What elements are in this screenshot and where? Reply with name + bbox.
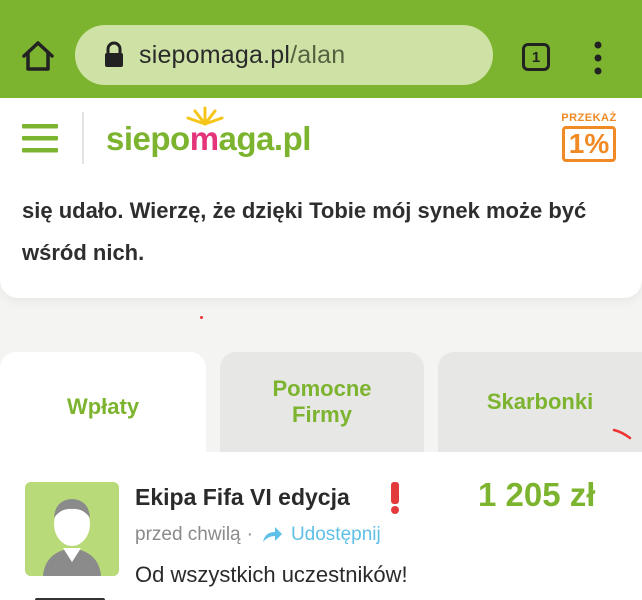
donation-message: Od wszystkich uczestników! xyxy=(135,562,408,587)
przekaz-1-percent-badge[interactable]: PRZEKAŻ 1% xyxy=(560,112,618,166)
decorative-stroke xyxy=(612,428,632,440)
meta-separator: · xyxy=(246,524,253,545)
tabs-icon[interactable]: 1 xyxy=(522,43,550,71)
donation-time: przed chwilą xyxy=(135,524,241,545)
hamburger-icon[interactable] xyxy=(22,122,62,156)
donation-amount: 1 205 zł xyxy=(478,476,596,513)
site-logo[interactable]: siepomaga.pl xyxy=(106,106,312,166)
donation-list: Ekipa Fifa VI edycja 1 205 zł przed chwi… xyxy=(0,452,642,600)
url-domain: siepomaga.pl xyxy=(139,40,291,69)
tab-wplaty[interactable]: Wpłaty xyxy=(0,352,206,462)
przekaz-value: 1% xyxy=(562,126,616,162)
logo-sun-icon xyxy=(186,106,224,126)
header-divider xyxy=(82,112,84,164)
share-link[interactable]: Udostępnij xyxy=(291,524,381,546)
site-header: siepomaga.pl PRZEKAŻ 1% xyxy=(0,98,642,180)
address-bar[interactable]: siepomaga.pl/alan xyxy=(75,25,493,85)
przekaz-label: PRZEKAŻ xyxy=(561,112,617,124)
decorative-dot xyxy=(200,316,203,319)
home-icon[interactable] xyxy=(18,36,58,76)
story-text: się udało. Wierzę, że dzięki Tobie mój s… xyxy=(22,198,587,265)
lock-icon xyxy=(105,41,123,67)
tab-pomocne-firmy[interactable]: Pomocne Firmy xyxy=(220,352,424,452)
logo-text-1: siepo xyxy=(106,120,190,157)
user-avatar-icon xyxy=(25,482,119,576)
exclamation-icon xyxy=(391,482,399,514)
browser-toolbar: siepomaga.pl/alan 1 xyxy=(0,0,642,98)
tab-pomocne-firmy-label: Pomocne Firmy xyxy=(272,376,372,427)
url-text: siepomaga.pl/alan xyxy=(139,41,345,70)
logo-text-2: aga.pl xyxy=(218,120,312,157)
donation-meta: przed chwilą · Udostępnij xyxy=(135,524,381,546)
url-path: /alan xyxy=(290,40,346,69)
share-icon[interactable] xyxy=(261,526,283,544)
story-card: się udało. Wierzę, że dzięki Tobie mój s… xyxy=(0,180,642,298)
more-vert-icon[interactable] xyxy=(590,40,606,76)
donor-name[interactable]: Ekipa Fifa VI edycja xyxy=(135,484,350,511)
